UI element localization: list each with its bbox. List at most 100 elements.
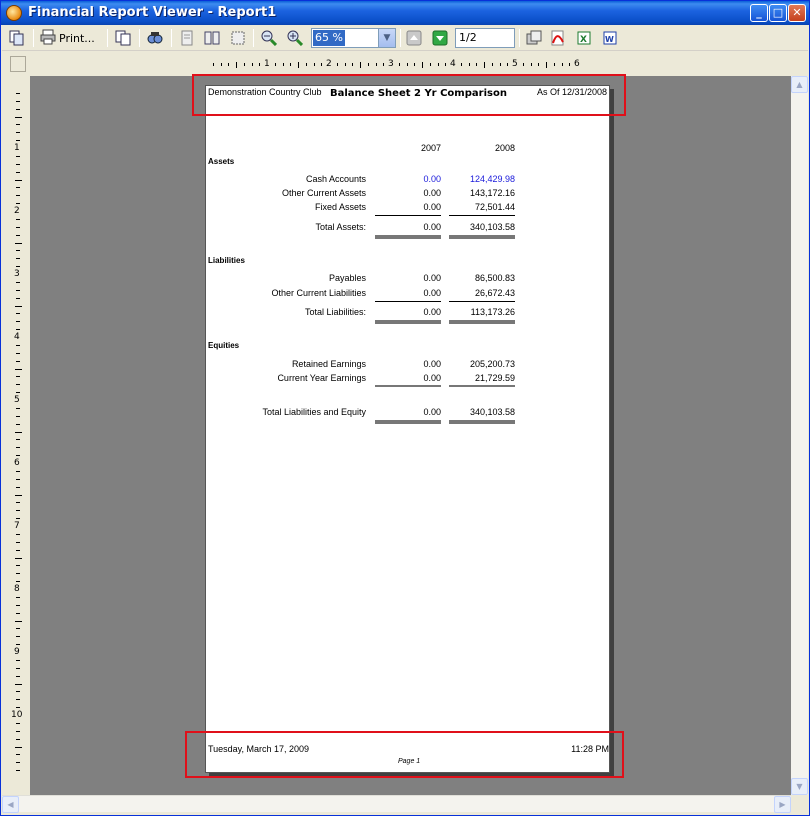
ruler-tick — [16, 502, 20, 504]
zoom-select[interactable]: 65 % ▼ — [311, 28, 396, 48]
horizontal-scrollbar[interactable]: ◀ ▶ — [2, 795, 791, 813]
ruler-tick — [16, 533, 20, 535]
ruler-tick — [251, 63, 253, 66]
scroll-up-icon[interactable]: ▲ — [791, 76, 808, 93]
ruler-tick — [553, 63, 555, 66]
ruler-tick — [429, 63, 431, 66]
copy-icon[interactable] — [7, 28, 27, 48]
ruler-tick — [16, 297, 20, 299]
ruler-tick — [460, 63, 462, 66]
export-icon[interactable] — [524, 28, 544, 48]
ruler-tick — [15, 116, 22, 118]
title-bar[interactable]: Financial Report Viewer - Report1 _ □ ✕ — [1, 1, 809, 25]
ruler-tick — [530, 63, 532, 66]
value-2008: 124,429.98 — [469, 174, 515, 184]
ruler-tick — [16, 266, 20, 268]
ruler-tick — [305, 63, 307, 66]
ruler-tick — [16, 596, 20, 598]
ruler-number: 1 — [14, 143, 20, 153]
section-liabilities: Liabilities — [208, 256, 245, 265]
ruler-tick — [16, 730, 20, 732]
ruler-tick — [16, 722, 20, 724]
ruler-tick — [16, 423, 20, 425]
multi-page-icon[interactable] — [113, 28, 133, 48]
ruler-tick — [16, 250, 20, 252]
zoom-out-icon[interactable] — [259, 28, 279, 48]
close-button[interactable]: ✕ — [788, 4, 806, 22]
ruler-tick — [16, 478, 20, 480]
value-2008: 205,200.73 — [469, 359, 515, 369]
maximize-button[interactable]: □ — [769, 4, 787, 22]
previous-page-icon[interactable] — [404, 28, 424, 48]
page-setup-icon[interactable] — [228, 28, 248, 48]
print-button[interactable]: Print... — [40, 28, 95, 48]
chevron-down-icon[interactable]: ▼ — [378, 29, 395, 47]
ruler-tick — [16, 707, 20, 709]
zoom-value: 65 % — [313, 30, 345, 46]
ruler-tick — [15, 305, 22, 307]
ruler-tick — [16, 92, 20, 94]
ruler-tick — [220, 63, 222, 66]
subtotal-rule — [375, 215, 441, 216]
value-2007: 0.00 — [423, 188, 441, 198]
ruler-tick — [228, 63, 230, 66]
word-icon[interactable]: W — [600, 28, 620, 48]
find-icon[interactable] — [145, 28, 165, 48]
ruler-tick — [476, 63, 478, 66]
window-title: Financial Report Viewer - Report1 — [28, 5, 277, 20]
value-2008: 72,501.44 — [474, 202, 515, 212]
horizontal-ruler: 1 2 3 4 5 6 — [197, 60, 617, 70]
vertical-ruler: 1 2 3 4 5 6 7 8 9 10 — [11, 81, 25, 781]
year-header-2008: 2008 — [494, 143, 515, 153]
year-header-2007: 2007 — [420, 143, 441, 153]
ruler-tick — [561, 63, 563, 66]
ruler-tick — [406, 63, 408, 66]
ruler-number: 5 — [512, 59, 518, 69]
ruler-number: 9 — [14, 647, 20, 657]
total-2008: 113,173.26 — [470, 307, 515, 317]
ruler-tick — [16, 187, 20, 189]
minimize-button[interactable]: _ — [750, 4, 768, 22]
page-number-input[interactable]: 1/2 — [455, 28, 515, 48]
zoom-in-icon[interactable] — [285, 28, 305, 48]
pdf-icon[interactable] — [548, 28, 568, 48]
ruler-tick — [16, 171, 20, 173]
total-rule — [449, 235, 515, 239]
total-rule — [375, 320, 441, 324]
ruler-number: 2 — [14, 206, 20, 216]
ruler-tick — [445, 63, 447, 66]
ruler-tick — [16, 738, 20, 740]
app-icon[interactable] — [6, 5, 22, 21]
next-page-icon[interactable] — [430, 28, 450, 48]
ruler-tick — [16, 384, 20, 386]
scroll-down-icon[interactable]: ▼ — [791, 778, 808, 795]
scroll-right-icon[interactable]: ▶ — [774, 796, 791, 813]
value-2007: 0.00 — [423, 288, 441, 298]
vertical-scrollbar[interactable]: ▲ ▼ — [791, 76, 808, 795]
ruler-tick — [274, 63, 276, 66]
ruler-tick — [321, 63, 323, 66]
ruler-tick — [398, 63, 400, 66]
ruler-tick — [16, 124, 20, 126]
subtotal-rule — [375, 301, 441, 302]
grand-total-rule — [375, 420, 441, 424]
scroll-left-icon[interactable]: ◀ — [2, 796, 19, 813]
excel-icon[interactable]: X — [574, 28, 594, 48]
ruler-tick — [16, 486, 20, 488]
ruler-tick — [243, 63, 245, 66]
ruler-tick — [15, 746, 22, 748]
ruler-tick — [569, 63, 571, 66]
two-page-icon[interactable] — [202, 28, 222, 48]
footer-highlight — [185, 731, 624, 778]
ruler-tick — [16, 281, 20, 283]
ruler-tick — [15, 494, 22, 496]
single-page-icon[interactable] — [177, 28, 197, 48]
ruler-tick — [16, 352, 20, 354]
ruler-tick — [15, 242, 22, 244]
report-page: Demonstration Country Club Balance Sheet… — [205, 85, 610, 773]
ruler-number: 2 — [326, 59, 332, 69]
total-rule — [375, 235, 441, 239]
subtotal-rule — [375, 385, 441, 387]
ruler-tick — [16, 699, 20, 701]
ruler-tick — [16, 510, 20, 512]
